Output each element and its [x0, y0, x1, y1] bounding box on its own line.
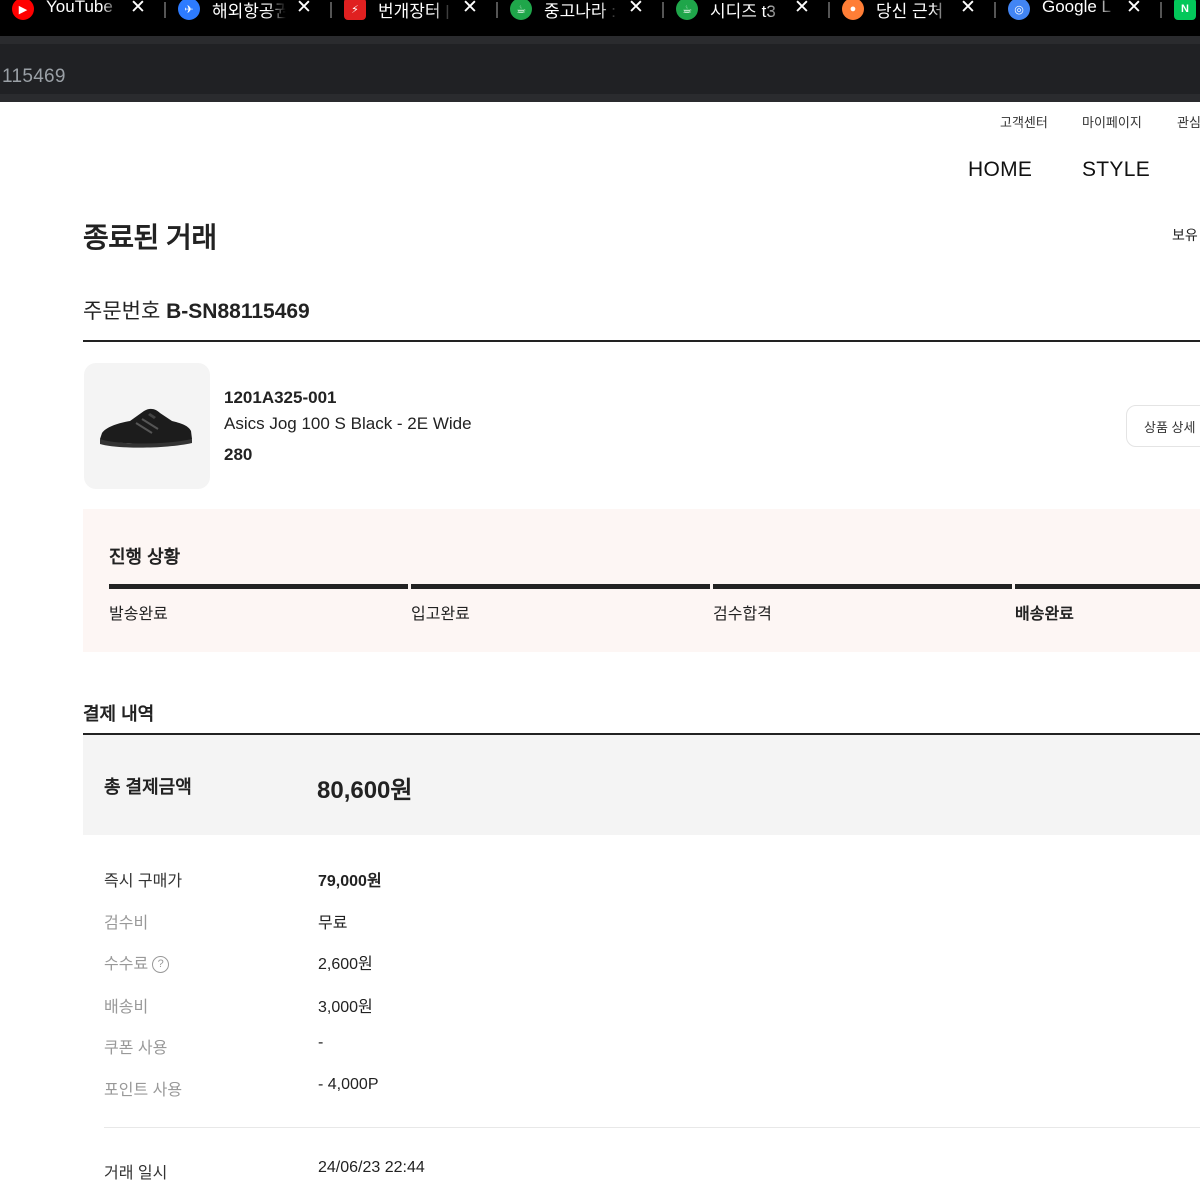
transaction-date-value: 24/06/23 22:44 — [318, 1159, 425, 1176]
divider — [83, 340, 1200, 342]
commission-label: 수수료 — [104, 956, 149, 973]
product-image[interactable] — [84, 363, 210, 489]
progress-title: 진행 상황 — [109, 547, 181, 567]
commission-label-row: 수수료? — [104, 950, 170, 974]
tab-karrot[interactable]: ● 당신 근처 ✕ — [830, 0, 996, 22]
points-used-label: 포인트 사용 — [104, 1082, 183, 1099]
instant-buy-price-value: 79,000원 — [318, 873, 382, 890]
tab-title: 번개장터 | — [378, 2, 450, 19]
tab-sidiz[interactable]: ☕ 시디즈 t3 ✕ — [664, 0, 830, 22]
total-payment-panel — [83, 735, 1200, 835]
progress-step-bar — [411, 584, 710, 589]
carrot-icon: ● — [842, 0, 864, 20]
nav-home[interactable]: HOME — [968, 158, 1032, 182]
product-detail-button[interactable]: 상품 상세 — [1126, 405, 1200, 447]
tab-title: 해외항공권 — [212, 2, 286, 19]
tab-youtube[interactable]: ▶ YouTube ✕ — [0, 0, 166, 22]
payment-section-title: 결제 내역 — [83, 704, 155, 724]
nav-style[interactable]: STYLE — [1082, 158, 1150, 182]
naver-icon: N — [1174, 0, 1196, 20]
youtube-icon: ▶ — [12, 0, 34, 20]
progress-step-inspection-passed: 검수합격 — [713, 606, 772, 623]
progress-step-shipped: 발송완료 — [109, 606, 168, 623]
order-number-line: 주문번호 B-SN88115469 — [83, 295, 310, 325]
progress-step-delivered: 배송완료 — [1015, 606, 1074, 623]
progress-panel — [83, 509, 1200, 652]
flight-search-icon: ✈ — [178, 0, 200, 20]
tab-title: 시디즈 t3 — [710, 2, 776, 19]
tab-bunjang[interactable]: ⚡ 번개장터 | ✕ — [332, 0, 498, 22]
tab-naver[interactable]: N — [1162, 0, 1200, 22]
shipping-fee-value: 3,000원 — [318, 999, 373, 1016]
product-model-number: 1201A325-001 — [224, 388, 337, 407]
google-lens-icon: ◎ — [1008, 0, 1030, 20]
commission-value: 2,600원 — [318, 956, 373, 973]
progress-step-bar — [713, 584, 1012, 589]
coupon-used-value: - — [318, 1034, 324, 1051]
util-link-mypage[interactable]: 마이페이지 — [1082, 112, 1142, 131]
tab-title: YouTube — [46, 0, 113, 16]
product-name[interactable]: Asics Jog 100 S Black - 2E Wide — [224, 414, 472, 434]
coupon-used-label: 쿠폰 사용 — [104, 1040, 168, 1057]
holding-link[interactable]: 보유 — [1172, 225, 1198, 245]
address-bar-area: 115469 — [0, 36, 1200, 102]
tab-google-lens[interactable]: ◎ Google L ✕ — [996, 0, 1162, 22]
progress-step-bar — [1015, 584, 1200, 589]
util-link-interest[interactable]: 관심 — [1177, 112, 1200, 131]
page-title: 종료된 거래 — [83, 222, 217, 253]
inspection-fee-label: 검수비 — [104, 915, 149, 932]
tab-title: 중고나라 : — [544, 2, 617, 19]
close-icon[interactable]: ✕ — [626, 0, 646, 19]
url-text[interactable]: 115469 — [2, 66, 66, 88]
lightning-icon: ⚡ — [344, 0, 366, 20]
close-icon[interactable]: ✕ — [958, 0, 978, 19]
order-number-label: 주문번호 — [83, 300, 161, 323]
tab-title: Google L — [1042, 0, 1111, 16]
total-payment-value: 80,600원 — [317, 777, 413, 804]
product-size: 280 — [224, 445, 253, 464]
instant-buy-price-label: 즉시 구매가 — [104, 873, 183, 890]
tab-title: 당신 근처 — [876, 2, 944, 19]
close-icon[interactable]: ✕ — [128, 0, 148, 19]
cafe-icon: ☕ — [676, 0, 698, 20]
inspection-fee-value: 무료 — [318, 915, 348, 932]
divider — [104, 1127, 1200, 1128]
tab-joonggonara[interactable]: ☕ 중고나라 : ✕ — [498, 0, 664, 22]
transaction-date-label: 거래 일시 — [104, 1165, 168, 1182]
close-icon[interactable]: ✕ — [1124, 0, 1144, 19]
close-icon[interactable]: ✕ — [792, 0, 812, 19]
util-link-customer-center[interactable]: 고객센터 — [1000, 112, 1048, 131]
progress-step-bar — [109, 584, 408, 589]
total-payment-label: 총 결제금액 — [104, 777, 192, 797]
browser-tab-strip: ▶ YouTube ✕ ✈ 해외항공권 ✕ ⚡ 번개장터 | ✕ ☕ 중고나라 … — [0, 0, 1200, 36]
tab-flight-search[interactable]: ✈ 해외항공권 ✕ — [166, 0, 332, 22]
address-bar[interactable]: 115469 — [0, 44, 1200, 94]
progress-step-received: 입고완료 — [411, 606, 470, 623]
close-icon[interactable]: ✕ — [460, 0, 480, 19]
points-used-value: - 4,000P — [318, 1076, 379, 1093]
help-icon[interactable]: ? — [152, 956, 170, 974]
cafe-icon: ☕ — [510, 0, 532, 20]
sneaker-image — [100, 408, 192, 448]
close-icon[interactable]: ✕ — [294, 0, 314, 19]
order-number: B-SN88115469 — [166, 300, 310, 323]
shipping-fee-label: 배송비 — [104, 999, 149, 1016]
